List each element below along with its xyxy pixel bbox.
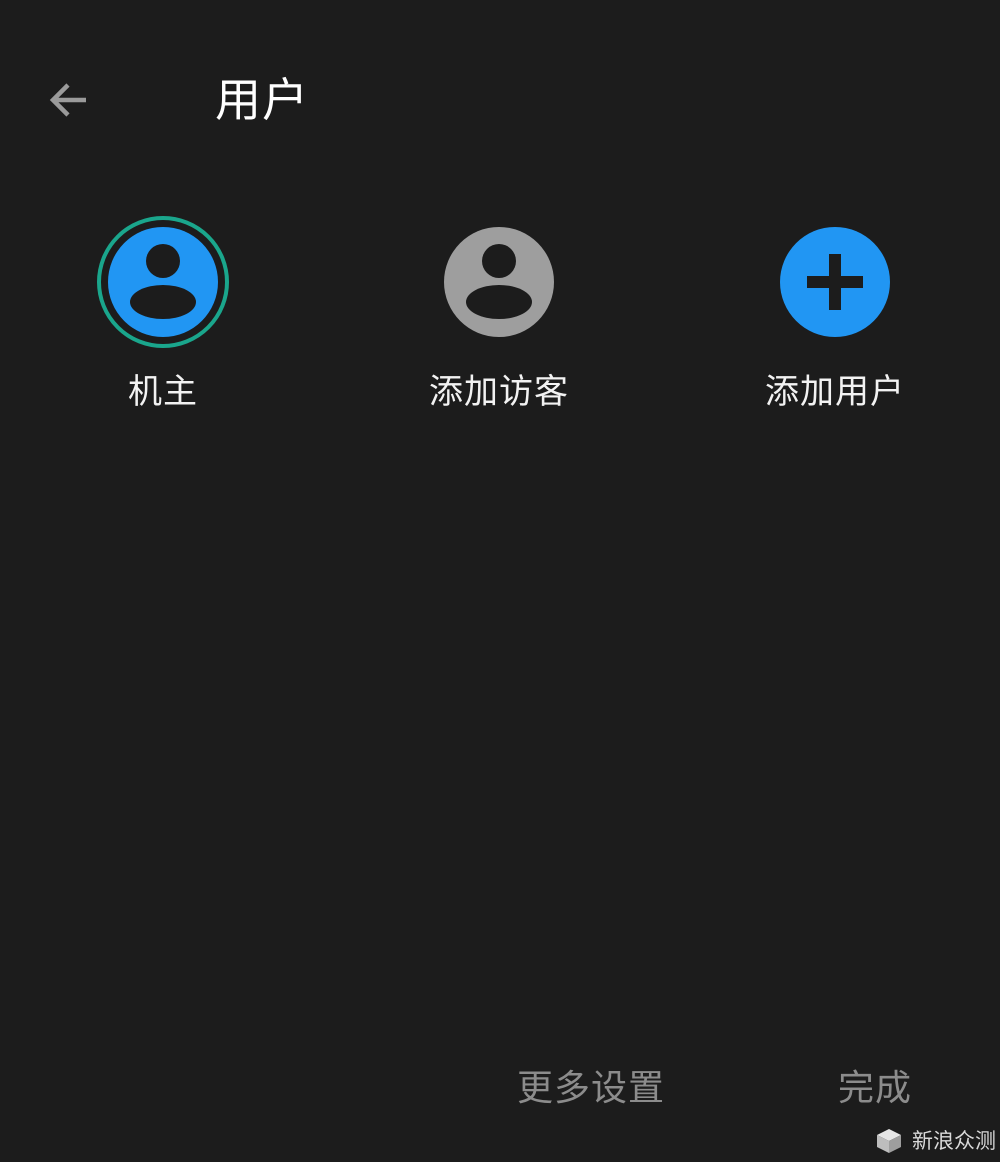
plus-icon <box>780 227 890 337</box>
arrow-left-icon <box>49 83 86 117</box>
watermark-text: 新浪众测 <box>912 1129 996 1153</box>
person-icon <box>97 216 229 348</box>
user-tile-owner[interactable]: 机主 <box>43 214 283 414</box>
more-settings-button[interactable]: 更多设置 <box>517 1064 665 1114</box>
avatar-guest <box>431 214 567 350</box>
user-tile-add-user[interactable]: 添加用户 <box>715 214 955 414</box>
watermark: 新浪众测 <box>874 1126 996 1156</box>
person-icon <box>444 227 554 337</box>
user-label-owner: 机主 <box>128 372 198 412</box>
avatar-owner <box>95 214 231 350</box>
done-button[interactable]: 完成 <box>838 1064 912 1114</box>
user-label-add-user: 添加用户 <box>765 372 905 412</box>
avatar-add-user <box>767 214 903 350</box>
user-label-add-guest: 添加访客 <box>429 372 569 412</box>
cube-logo-icon <box>877 1129 901 1153</box>
back-button[interactable] <box>40 72 96 128</box>
page-title: 用户 <box>215 73 309 127</box>
user-tile-add-guest[interactable]: 添加访客 <box>379 214 619 414</box>
